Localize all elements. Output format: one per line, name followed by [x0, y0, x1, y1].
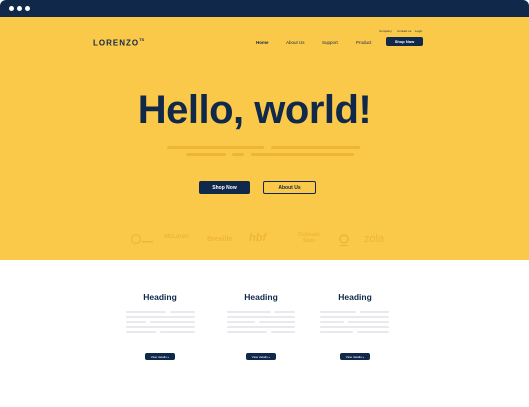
- placeholder-line: [274, 311, 295, 313]
- utility-link-login[interactable]: Login: [415, 29, 422, 33]
- placeholder-line: [167, 146, 264, 149]
- placeholder-line: [126, 321, 146, 323]
- view-details-button[interactable]: View details »: [340, 353, 370, 360]
- brand-logo-colorado-state: Colorado State: [298, 232, 320, 244]
- card-heading: Heading: [143, 292, 177, 302]
- nav-link-product[interactable]: Product: [356, 40, 372, 45]
- placeholder-line: [227, 311, 271, 313]
- placeholder-line: [348, 321, 389, 323]
- window-dot[interactable]: [17, 6, 22, 11]
- site-logo[interactable]: LORENZOTS: [93, 37, 145, 48]
- window-dot[interactable]: [9, 6, 14, 11]
- placeholder-line: [360, 311, 389, 313]
- brand-logo-breville: Breville: [207, 236, 233, 243]
- placeholder-line: [126, 326, 195, 328]
- placeholder-line: [160, 331, 195, 333]
- browser-window: LORENZOTS Company Contact us Login Home …: [0, 0, 529, 407]
- placeholder-line: [320, 326, 389, 328]
- placeholder-line: [150, 321, 195, 323]
- logo-superscript: TS: [139, 37, 145, 42]
- nav-link-about[interactable]: About Us: [286, 40, 305, 45]
- placeholder-line: [320, 331, 353, 333]
- nav-link-support[interactable]: Support: [322, 40, 338, 45]
- placeholder-line: [251, 153, 354, 156]
- logo-text: LORENZO: [93, 38, 140, 48]
- placeholder-line: [126, 316, 195, 318]
- window-dot[interactable]: [25, 6, 30, 11]
- placeholder-line: [227, 316, 295, 318]
- brand-logo-hbf: hbf: [249, 232, 267, 244]
- placeholder-line: [271, 331, 295, 333]
- placeholder-line: [126, 311, 166, 313]
- placeholder-line: [170, 311, 195, 313]
- brand-logo-mclaren: McLaren: [164, 234, 189, 240]
- placeholder-line: [320, 321, 344, 323]
- shop-now-button[interactable]: Shop Now: [199, 181, 250, 194]
- brand-logo-circle-mark: [131, 233, 153, 245]
- hero-headline: Hello, world!: [137, 88, 372, 132]
- brand-logo-zola: zola: [364, 233, 385, 245]
- placeholder-line: [271, 146, 360, 149]
- placeholder-line: [126, 331, 156, 333]
- view-details-button[interactable]: View details »: [145, 353, 175, 360]
- brand-logo-ring-mark: [339, 234, 349, 247]
- nav-shop-now-button[interactable]: Shop Now: [386, 37, 423, 46]
- placeholder-line: [227, 321, 255, 323]
- hero-section: [0, 17, 529, 260]
- placeholder-line: [232, 153, 244, 156]
- card-heading: Heading: [244, 292, 278, 302]
- utility-link-contact[interactable]: Contact us: [397, 29, 411, 33]
- nav-link-home[interactable]: Home: [256, 40, 269, 45]
- placeholder-line: [227, 331, 267, 333]
- view-details-button[interactable]: View details »: [246, 353, 276, 360]
- utility-link-company[interactable]: Company: [379, 29, 392, 33]
- placeholder-line: [259, 321, 295, 323]
- about-us-button[interactable]: About Us: [263, 181, 316, 194]
- placeholder-line: [186, 153, 226, 156]
- placeholder-line: [357, 331, 389, 333]
- card-heading: Heading: [338, 292, 372, 302]
- placeholder-line: [320, 316, 389, 318]
- placeholder-line: [320, 311, 356, 313]
- placeholder-line: [227, 326, 295, 328]
- title-bar: [0, 0, 529, 17]
